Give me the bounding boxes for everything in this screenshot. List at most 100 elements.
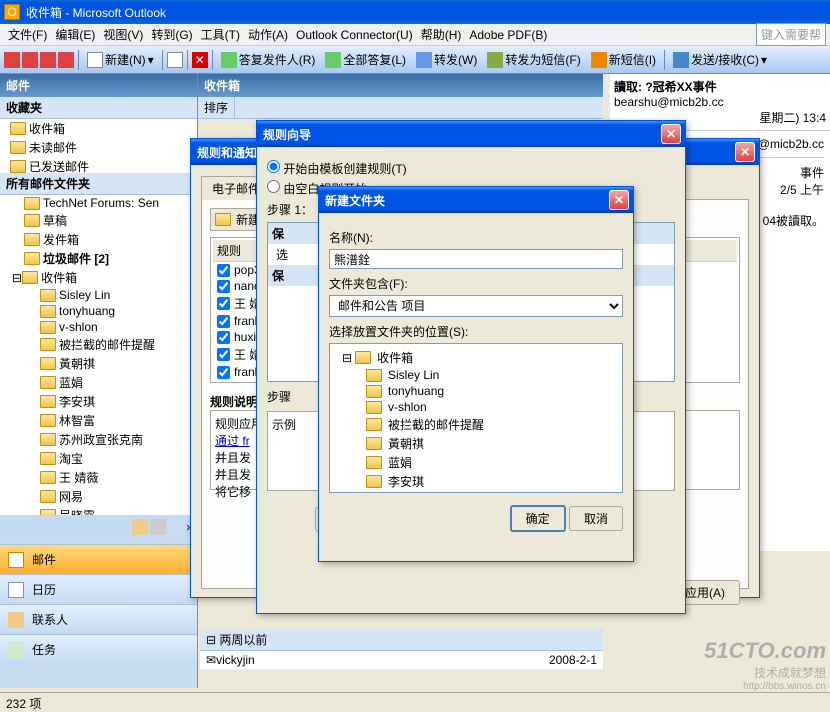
toolbar: 新建(N) ▾ ✕ 答复发件人(R) 全部答复(L) 转发(W) 转发为短信(F…	[0, 46, 830, 74]
column-headers[interactable]: 排序	[198, 97, 603, 119]
cancel-button[interactable]: 取消	[569, 506, 623, 531]
menubar: 文件(F) 编辑(E) 视图(V) 转到(G) 工具(T) 动作(A) Outl…	[0, 24, 830, 46]
tree-child[interactable]: v-shlon	[358, 399, 618, 415]
location-tree[interactable]: ⊟ 收件箱 Sisley Lintonyhuangv-shlon被拦截的邮件提醒…	[329, 343, 623, 493]
menu-file[interactable]: 文件(F)	[4, 24, 51, 45]
pdf-icon-2[interactable]	[22, 52, 38, 68]
help-search[interactable]: 键入需要帮	[756, 23, 826, 46]
tree-child[interactable]: Sisley Lin	[358, 367, 618, 383]
new-sms-button[interactable]: 新短信(I)	[587, 49, 660, 70]
inbox-header: 收件箱	[198, 74, 603, 97]
close-button[interactable]: ✕	[609, 190, 629, 210]
tree-child[interactable]: 蓝娟	[358, 453, 618, 472]
msg-date: 2008-2-1	[549, 653, 597, 667]
subfolder[interactable]: 林智富	[0, 411, 197, 430]
reply-button[interactable]: 答复发件人(R)	[217, 49, 320, 70]
contacts-icon	[8, 612, 24, 628]
menu-edit[interactable]: 编辑(E)	[51, 24, 99, 45]
menu-connector[interactable]: Outlook Connector(U)	[292, 26, 417, 44]
tree-child[interactable]: 被拦截的邮件提醒	[358, 415, 618, 434]
delete-icon[interactable]: ✕	[192, 52, 208, 68]
outlook-icon: O	[4, 4, 20, 20]
wizard-title[interactable]: 规则向导 ✕	[257, 121, 685, 147]
navbtn-mail[interactable]: 邮件	[0, 544, 197, 574]
subfolder[interactable]: 苏州政宣张克南	[0, 430, 197, 449]
favorites-tree: 收件箱 未读邮件 已发送邮件	[0, 119, 197, 173]
tree-child[interactable]: 黃朝祺	[358, 434, 618, 453]
navbtn-contacts[interactable]: 联系人	[0, 604, 197, 634]
print-icon[interactable]	[167, 52, 183, 68]
tree-child[interactable]: 林智富	[358, 491, 618, 493]
navbtn-tasks[interactable]: 任务	[0, 634, 197, 664]
calendar-icon	[8, 582, 24, 598]
navbtn-calendar[interactable]: 日历	[0, 574, 197, 604]
pdf-icon[interactable]	[4, 52, 20, 68]
message-row[interactable]: ✉ vickyjin 2008-2-1	[200, 651, 603, 670]
subfolder[interactable]: 黃朝祺	[0, 354, 197, 373]
preview-subject: 讀取: ?冠希XX事件	[614, 78, 826, 95]
all-folders-header[interactable]: 所有邮件文件夹	[0, 173, 197, 195]
tree-child[interactable]: 李安琪	[358, 472, 618, 491]
pdf-icon-3[interactable]	[40, 52, 56, 68]
subfolder[interactable]: 王 婧薇	[0, 468, 197, 487]
preview-from: bearshu@micb2b.cc	[614, 95, 826, 109]
folder-junk[interactable]: 垃圾邮件 [2]	[0, 249, 197, 268]
tasks-icon	[8, 642, 24, 658]
window-titlebar: O 收件箱 - Microsoft Outlook	[0, 0, 830, 24]
fav-inbox[interactable]: 收件箱	[0, 119, 197, 138]
forward-button[interactable]: 转发(W)	[412, 49, 481, 70]
fav-sent[interactable]: 已发送邮件	[0, 157, 197, 173]
close-button[interactable]: ✕	[661, 124, 681, 144]
menu-adobe[interactable]: Adobe PDF(B)	[465, 26, 551, 44]
menu-goto[interactable]: 转到(G)	[147, 24, 196, 45]
message-list-pane: 收件箱 排序	[198, 74, 603, 119]
notes-icon[interactable]	[132, 519, 148, 535]
name-label: 名称(N):	[329, 229, 623, 246]
tree-child[interactable]: tonyhuang	[358, 383, 618, 399]
pdf-icon-4[interactable]	[58, 52, 74, 68]
favorites-header[interactable]: 收藏夹	[0, 97, 197, 119]
subfolder[interactable]: 李安琪	[0, 392, 197, 411]
subfolder[interactable]: 蓝娟	[0, 373, 197, 392]
radio-template[interactable]	[267, 160, 280, 173]
menu-actions[interactable]: 动作(A)	[244, 24, 292, 45]
folder-contains-select[interactable]: 邮件和公告 项目	[329, 295, 623, 317]
subfolder[interactable]: v-shlon	[0, 319, 197, 335]
envelope-icon	[581, 77, 597, 93]
message-group: ⊟ 两周以前 ✉ vickyjin 2008-2-1	[200, 629, 603, 670]
newfolder-title[interactable]: 新建文件夹 ✕	[319, 187, 633, 213]
tree-root[interactable]: ⊟ 收件箱	[334, 348, 618, 367]
nav-header: 邮件	[0, 74, 197, 97]
ok-button[interactable]: 确定	[510, 505, 566, 532]
folder-tree: TechNet Forums: Sen 草稿 发件箱 垃圾邮件 [2] ⊟ 收件…	[0, 195, 197, 515]
nav-pane: 邮件 收藏夹 收件箱 未读邮件 已发送邮件 所有邮件文件夹 TechNet Fo…	[0, 74, 198, 688]
fav-unread[interactable]: 未读邮件	[0, 138, 197, 157]
folder-outbox[interactable]: 发件箱	[0, 230, 197, 249]
menu-view[interactable]: 视图(V)	[99, 24, 147, 45]
radio-blank[interactable]	[267, 180, 280, 193]
subfolder[interactable]: Sisley Lin	[0, 287, 197, 303]
status-bar: 232 项	[0, 692, 830, 712]
mail-icon	[8, 552, 24, 568]
subfolder[interactable]: 被拦截的邮件提醒	[0, 335, 197, 354]
reply-all-button[interactable]: 全部答复(L)	[321, 49, 410, 70]
folder-name-input[interactable]	[329, 249, 623, 269]
folders-icon[interactable]	[150, 519, 166, 535]
window-title: 收件箱 - Microsoft Outlook	[26, 4, 166, 21]
subfolder[interactable]: 吴晓霞	[0, 506, 197, 515]
group-header[interactable]: ⊟ 两周以前	[200, 629, 603, 651]
subfolder[interactable]: 淘宝	[0, 449, 197, 468]
new-button[interactable]: 新建(N) ▾	[83, 49, 158, 70]
subfolder[interactable]: tonyhuang	[0, 303, 197, 319]
forward-sms-button[interactable]: 转发为短信(F)	[483, 49, 584, 70]
subfolder[interactable]: 网易	[0, 487, 197, 506]
folder-technet[interactable]: TechNet Forums: Sen	[0, 195, 197, 211]
folder-inbox[interactable]: ⊟ 收件箱	[0, 268, 197, 287]
menu-tools[interactable]: 工具(T)	[197, 24, 244, 45]
send-receive-button[interactable]: 发送/接收(C) ▾	[669, 49, 771, 70]
shortcuts-icon[interactable]	[168, 519, 184, 535]
menu-help[interactable]: 帮助(H)	[417, 24, 466, 45]
item-count: 232 项	[6, 697, 41, 711]
folder-drafts[interactable]: 草稿	[0, 211, 197, 230]
close-button[interactable]: ✕	[735, 142, 755, 162]
